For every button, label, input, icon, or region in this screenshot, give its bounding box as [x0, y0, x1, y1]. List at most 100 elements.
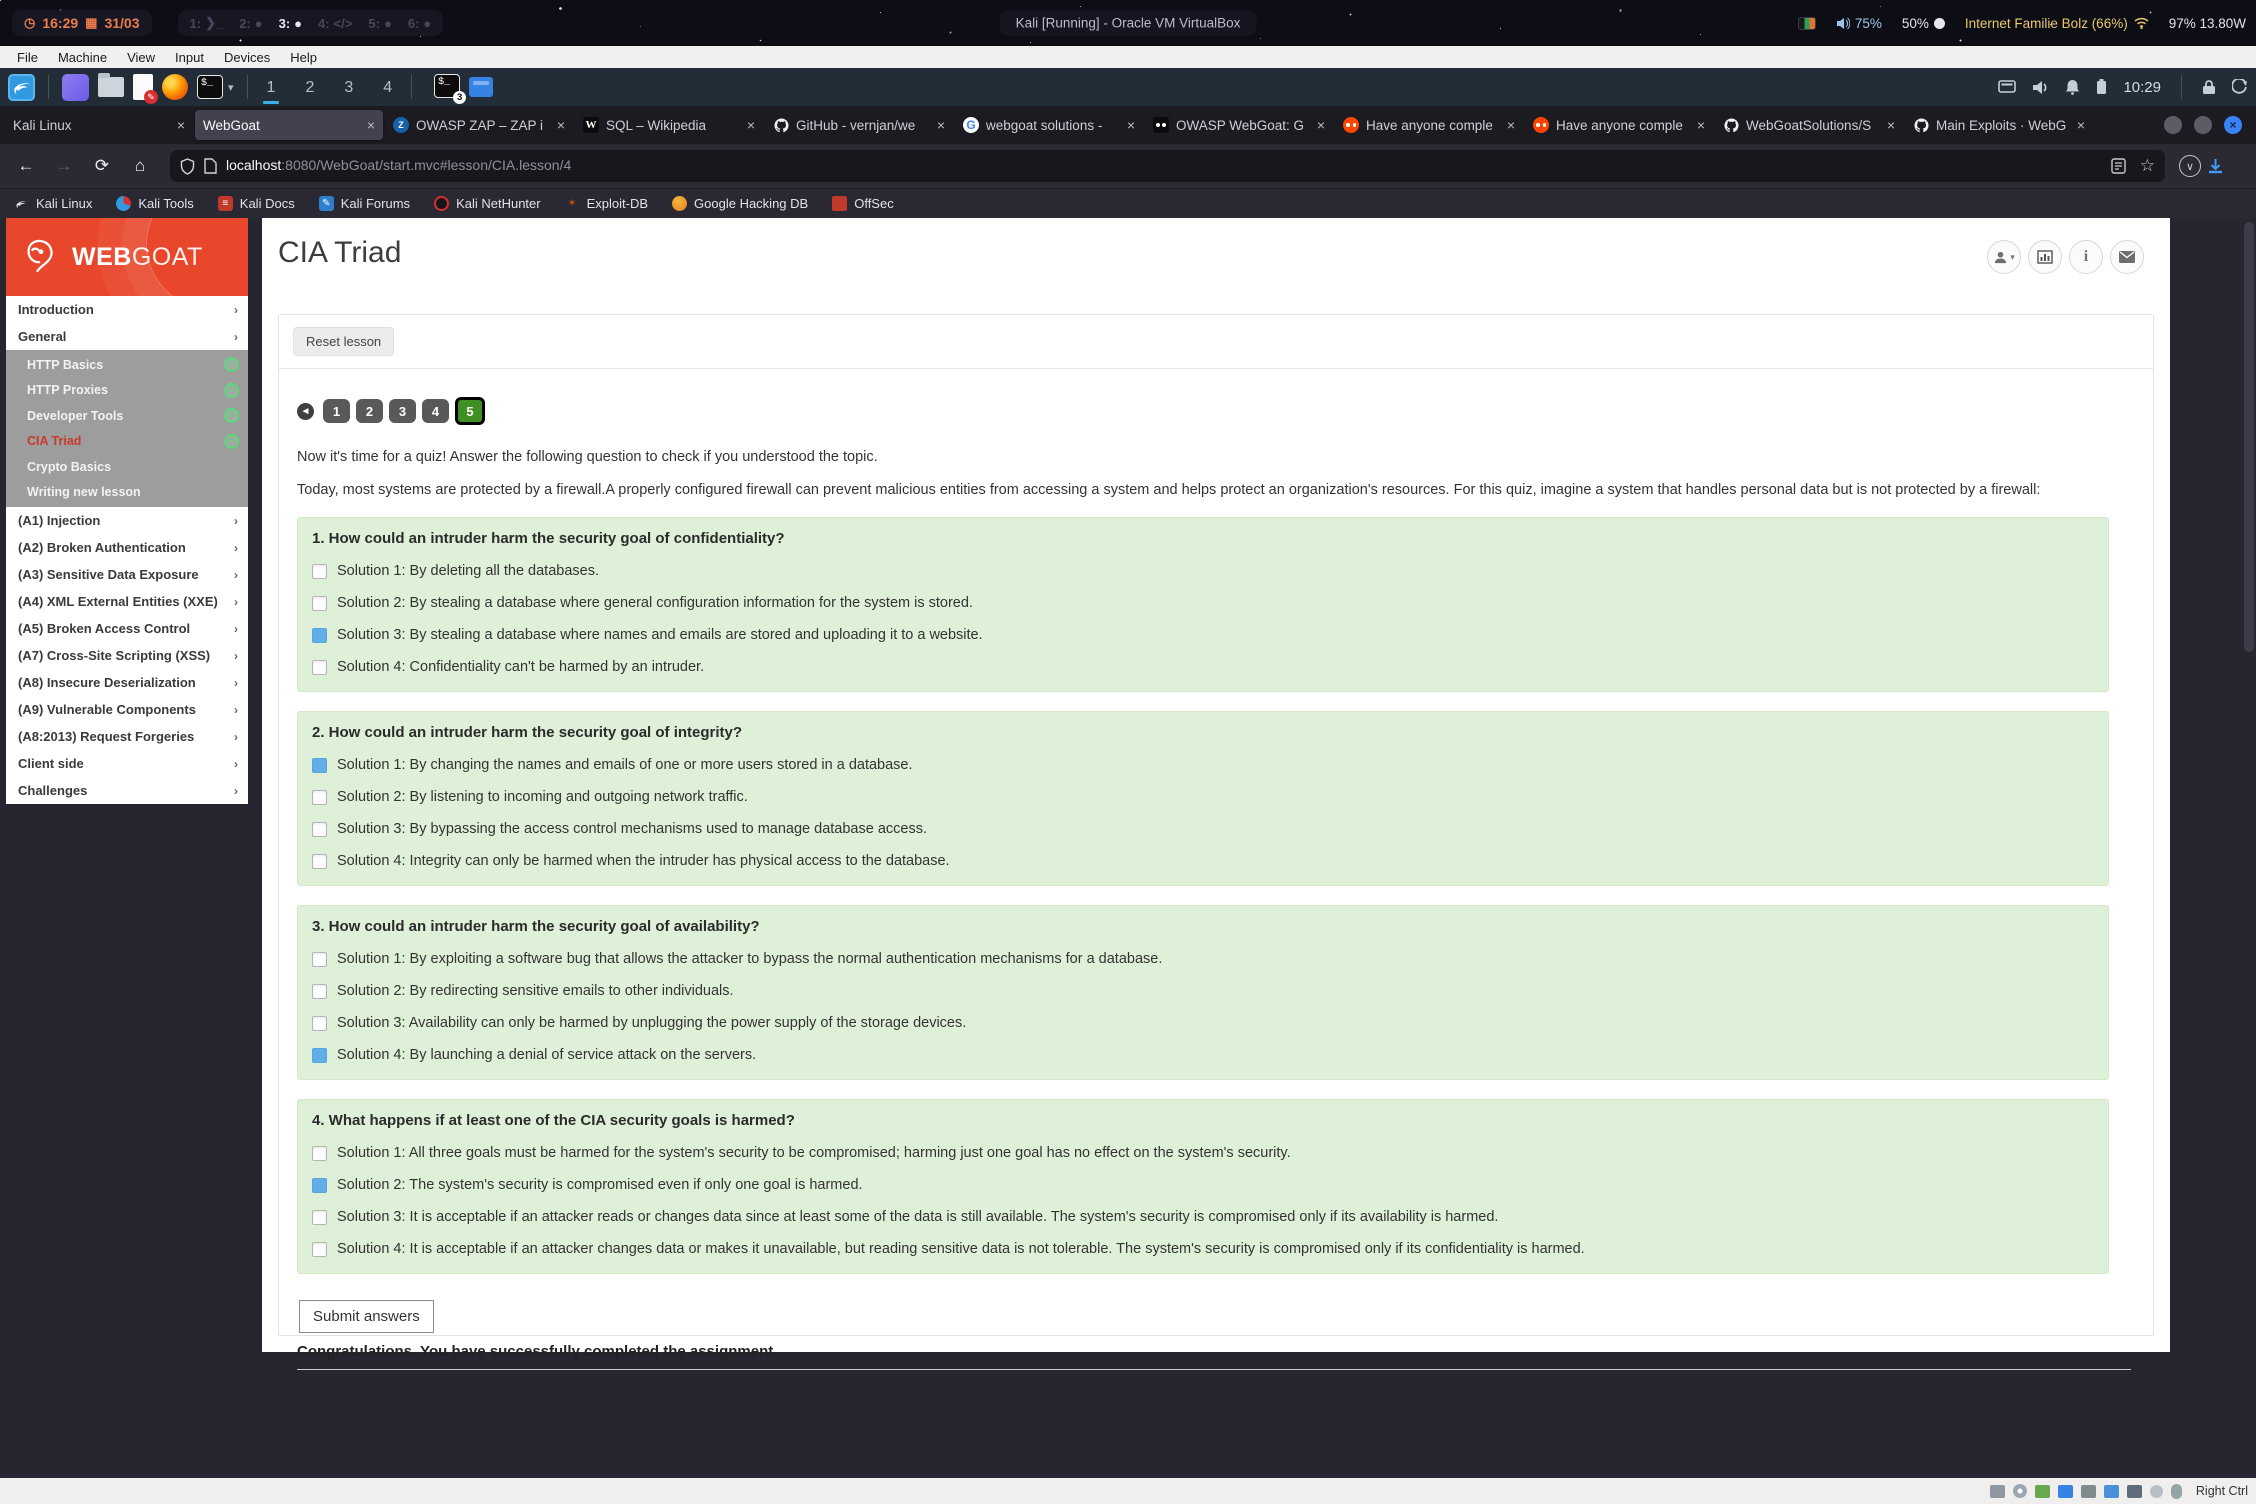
mouse-integration-icon[interactable]: [2171, 1484, 2182, 1499]
checkbox[interactable]: [312, 952, 327, 967]
quiz-option[interactable]: Solution 1: All three goals must be harm…: [312, 1145, 2094, 1161]
checkbox[interactable]: [312, 1146, 327, 1161]
tab-main-exploits[interactable]: Main Exploits · WebG×: [1905, 110, 2093, 140]
contact-button[interactable]: [2110, 240, 2144, 274]
vm-clock[interactable]: 10:29: [2123, 79, 2161, 96]
file-manager-button[interactable]: [98, 77, 124, 97]
checkbox[interactable]: [312, 596, 327, 611]
close-tab-icon[interactable]: ×: [747, 117, 755, 133]
submit-answers-button[interactable]: Submit answers: [299, 1300, 434, 1333]
url-bar[interactable]: localhost:8080/WebGoat/start.mvc#lesson/…: [170, 150, 2165, 182]
quiz-option[interactable]: Solution 3: By stealing a database where…: [312, 627, 2094, 643]
checkbox[interactable]: [312, 854, 327, 869]
menu-view[interactable]: View: [118, 48, 164, 67]
bell-icon[interactable]: [2065, 79, 2080, 95]
quiz-option[interactable]: Solution 2: By listening to incoming and…: [312, 789, 2094, 805]
checkbox[interactable]: [312, 1242, 327, 1257]
checkbox[interactable]: [312, 1178, 327, 1193]
workspace-2[interactable]: 2:●: [239, 16, 262, 31]
tab-reddit-2[interactable]: Have anyone comple×: [1525, 110, 1713, 140]
checkbox[interactable]: [312, 1210, 327, 1225]
pager-page-3[interactable]: 3: [389, 399, 416, 423]
vm-workspace-4[interactable]: 4: [377, 73, 398, 101]
bookmark-kali-linux[interactable]: Kali Linux: [14, 196, 92, 211]
shield-permissions-icon[interactable]: [180, 158, 195, 175]
tab-owasp-zap[interactable]: ZOWASP ZAP – ZAP i×: [385, 110, 573, 140]
network-indicator[interactable]: Internet Familie Bolz (66%): [1965, 16, 2149, 31]
forward-button[interactable]: →: [48, 150, 80, 182]
sidebar-item-crypto-basics[interactable]: Crypto Basics: [6, 454, 248, 480]
quiz-option[interactable]: Solution 1: By exploiting a software bug…: [312, 951, 2094, 967]
page-info-icon[interactable]: [204, 158, 217, 174]
terminal-dropdown-caret[interactable]: ▾: [228, 81, 234, 94]
close-tab-icon[interactable]: ×: [177, 117, 185, 133]
close-tab-icon[interactable]: ×: [367, 117, 375, 133]
sidebar-item-http-basics[interactable]: HTTP Basics✓: [6, 352, 248, 378]
sidebar-item-http-proxies[interactable]: HTTP Proxies✓: [6, 378, 248, 404]
quiz-option[interactable]: Solution 3: By bypassing the access cont…: [312, 821, 2094, 837]
workspace-1[interactable]: 1:❯_: [190, 15, 224, 31]
tab-reddit-1[interactable]: Have anyone comple×: [1335, 110, 1523, 140]
tab-sql-wikipedia[interactable]: WSQL – Wikipedia×: [575, 110, 763, 140]
hdd-status-icon[interactable]: [1990, 1485, 2005, 1498]
checkbox[interactable]: [312, 660, 327, 675]
checkbox[interactable]: [312, 758, 327, 773]
pager-back-button[interactable]: ◄: [297, 403, 314, 420]
network-status-icon[interactable]: [2058, 1485, 2073, 1498]
pager-page-5-active[interactable]: 5: [455, 397, 485, 425]
menu-help[interactable]: Help: [281, 48, 326, 67]
menu-machine[interactable]: Machine: [49, 48, 116, 67]
close-tab-icon[interactable]: ×: [1317, 117, 1325, 133]
pager-page-2[interactable]: 2: [356, 399, 383, 423]
sidebar-item-client-side[interactable]: Client side›: [6, 750, 248, 777]
bookmark-google-hacking-db[interactable]: Google Hacking DB: [672, 196, 808, 211]
menu-file[interactable]: File: [8, 48, 47, 67]
sidebar-item-a3-sensitive-data[interactable]: (A3) Sensitive Data Exposure›: [6, 561, 248, 588]
reader-mode-icon[interactable]: [2111, 158, 2126, 174]
quiz-option[interactable]: Solution 4: It is acceptable if an attac…: [312, 1241, 2094, 1257]
bookmark-kali-docs[interactable]: ≡Kali Docs: [218, 196, 295, 211]
keyboard-layout-icon[interactable]: [1798, 17, 1816, 30]
quiz-option[interactable]: Solution 3: Availability can only be har…: [312, 1015, 2094, 1031]
tab-google-search[interactable]: Gwebgoat solutions -×: [955, 110, 1143, 140]
checkbox[interactable]: [312, 564, 327, 579]
workspace-6[interactable]: 6:●: [408, 16, 431, 31]
close-tab-icon[interactable]: ×: [1127, 117, 1135, 133]
vm-workspace-1[interactable]: 1: [261, 73, 282, 101]
sidebar-item-a9-vulnerable-components[interactable]: (A9) Vulnerable Components›: [6, 696, 248, 723]
menu-input[interactable]: Input: [166, 48, 213, 67]
audio-status-icon[interactable]: [2035, 1485, 2050, 1498]
webgoat-brand-header[interactable]: WEBGOAT: [6, 218, 248, 296]
sidebar-item-writing-new-lesson[interactable]: Writing new lesson: [6, 480, 248, 506]
bookmark-exploit-db[interactable]: ✶Exploit-DB: [565, 196, 648, 211]
sidebar-item-a7-xss[interactable]: (A7) Cross-Site Scripting (XSS)›: [6, 642, 248, 669]
display-status-icon[interactable]: [2127, 1485, 2142, 1498]
tab-github-vernjan[interactable]: GitHub - vernjan/we×: [765, 110, 953, 140]
pager-page-1[interactable]: 1: [323, 399, 350, 423]
close-tab-icon[interactable]: ×: [1697, 117, 1705, 133]
clock-widget[interactable]: ◷ 16:29 ▦ 31/03: [12, 10, 152, 36]
quiz-option[interactable]: Solution 2: The system's security is com…: [312, 1177, 2094, 1193]
downloads-window-button[interactable]: [469, 77, 493, 97]
user-menu-button[interactable]: ▾: [1987, 240, 2021, 274]
back-button[interactable]: ←: [10, 150, 42, 182]
downloads-icon[interactable]: [2207, 158, 2224, 175]
menu-devices[interactable]: Devices: [215, 48, 279, 67]
display-icon[interactable]: [1998, 80, 2016, 94]
vm-workspace-2[interactable]: 2: [299, 73, 320, 101]
sidebar-item-introduction[interactable]: Introduction›: [6, 296, 248, 323]
refresh-button[interactable]: ⟳: [86, 150, 118, 182]
optical-drive-status-icon[interactable]: [2013, 1484, 2027, 1498]
sidebar-item-a4-xxe[interactable]: (A4) XML External Entities (XXE)›: [6, 588, 248, 615]
pager-page-4[interactable]: 4: [422, 399, 449, 423]
text-editor-button[interactable]: [133, 74, 153, 100]
lock-icon[interactable]: [2202, 79, 2216, 95]
about-button[interactable]: i: [2069, 240, 2103, 274]
close-tab-icon[interactable]: ×: [2077, 117, 2085, 133]
checkbox[interactable]: [312, 1048, 327, 1063]
firefox-launcher-button[interactable]: [162, 74, 188, 100]
terminal-launcher-button[interactable]: $_: [197, 75, 223, 99]
minimize-button[interactable]: [2164, 116, 2182, 134]
sidebar-item-general[interactable]: General›: [6, 323, 248, 350]
quiz-option[interactable]: Solution 4: By launching a denial of ser…: [312, 1047, 2094, 1063]
